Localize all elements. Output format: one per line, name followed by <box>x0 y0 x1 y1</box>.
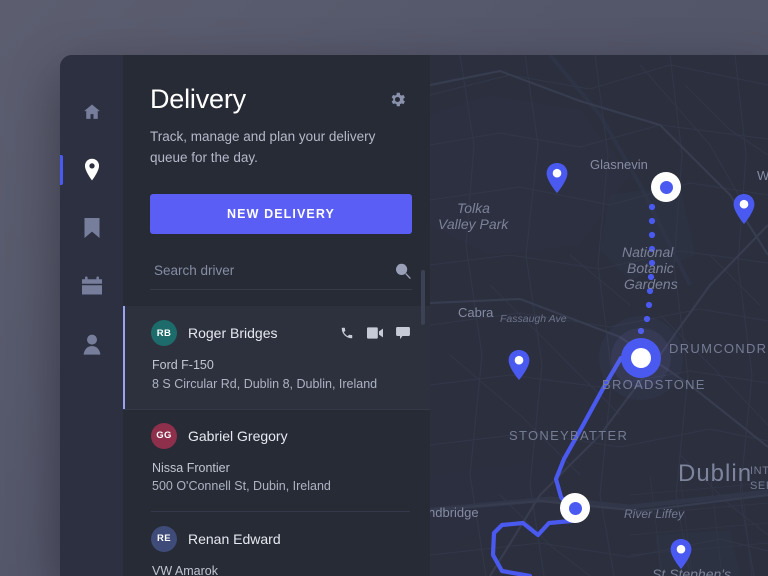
driver-vehicle: Ford F-150 <box>152 358 214 373</box>
delivery-panel: Delivery Track, manage and plan your del… <box>123 55 430 576</box>
page-subtitle: Track, manage and plan your delivery que… <box>150 129 376 165</box>
driver-meta: VW Amarok 744 Parnell St, Dublin, Irelan… <box>152 562 410 576</box>
icon-rail <box>60 55 123 576</box>
page-title: Delivery <box>150 84 246 114</box>
new-delivery-button[interactable]: NEW DELIVERY <box>150 194 412 235</box>
driver-vehicle: Nissa Frontier <box>152 460 230 475</box>
vehicle-marker-icon[interactable] <box>621 338 661 378</box>
driver-name: Roger Bridges <box>188 325 278 342</box>
sidebar-item-schedule[interactable] <box>60 257 123 315</box>
app-window: Delivery Track, manage and plan your del… <box>60 55 768 576</box>
avatar: GG <box>151 422 177 449</box>
chat-icon[interactable] <box>396 326 410 340</box>
vehicle-marker-icon[interactable] <box>651 172 681 202</box>
driver-header: RB Roger Bridges <box>151 320 410 347</box>
home-icon <box>82 102 102 122</box>
video-icon[interactable] <box>367 327 383 339</box>
driver-name: Renan Edward <box>188 530 281 547</box>
search-input[interactable] <box>150 263 394 283</box>
sidebar-item-home[interactable] <box>60 83 123 141</box>
person-icon <box>82 334 102 355</box>
driver-list[interactable]: RB Roger Bridges Ford F-150 8 S Circular… <box>123 306 430 576</box>
map-view[interactable]: Glasnevin W Tolka Valley Park National Botani… <box>430 55 768 576</box>
list-item[interactable]: GG Gabriel Gregory Nissa Frontier 500 O'… <box>123 409 430 511</box>
sidebar-item-profile[interactable] <box>60 315 123 373</box>
driver-actions <box>340 326 410 340</box>
list-item[interactable]: RB Roger Bridges Ford F-150 8 S Circular… <box>123 306 430 409</box>
driver-header: GG Gabriel Gregory <box>151 422 410 449</box>
driver-vehicle: VW Amarok <box>152 563 218 576</box>
driver-header: RE Renan Edward <box>151 525 410 552</box>
driver-name: Gabriel Gregory <box>188 427 288 444</box>
map-pin-icon[interactable] <box>546 163 568 193</box>
search-field <box>150 256 412 291</box>
bookmark-icon <box>83 217 101 239</box>
vehicle-marker-icon[interactable] <box>560 493 590 523</box>
panel-scrollbar[interactable] <box>421 270 425 325</box>
avatar: RB <box>151 320 177 347</box>
panel-header: Delivery Track, manage and plan your del… <box>123 55 430 168</box>
map-pin-icon[interactable] <box>508 350 530 380</box>
driver-meta: Nissa Frontier 500 O'Connell St, Dubin, … <box>152 459 410 495</box>
sidebar-item-delivery[interactable] <box>60 141 123 199</box>
driver-address: 8 S Circular Rd, Dublin 8, Dublin, Irela… <box>152 376 378 391</box>
map-pin-icon[interactable] <box>733 194 755 224</box>
location-pin-icon <box>82 158 102 182</box>
gear-icon[interactable] <box>386 88 408 110</box>
calendar-icon <box>81 276 103 296</box>
sidebar-item-saved[interactable] <box>60 199 123 257</box>
avatar: RE <box>151 525 177 552</box>
map-pin-icon[interactable] <box>670 539 692 569</box>
map-tiles <box>430 55 768 576</box>
search-icon[interactable] <box>394 262 412 280</box>
driver-meta: Ford F-150 8 S Circular Rd, Dublin 8, Du… <box>152 356 410 392</box>
list-item[interactable]: RE Renan Edward VW Amarok 744 Parnell St… <box>123 512 430 576</box>
driver-address: 500 O'Connell St, Dubin, Ireland <box>152 478 331 493</box>
phone-icon[interactable] <box>340 326 354 340</box>
